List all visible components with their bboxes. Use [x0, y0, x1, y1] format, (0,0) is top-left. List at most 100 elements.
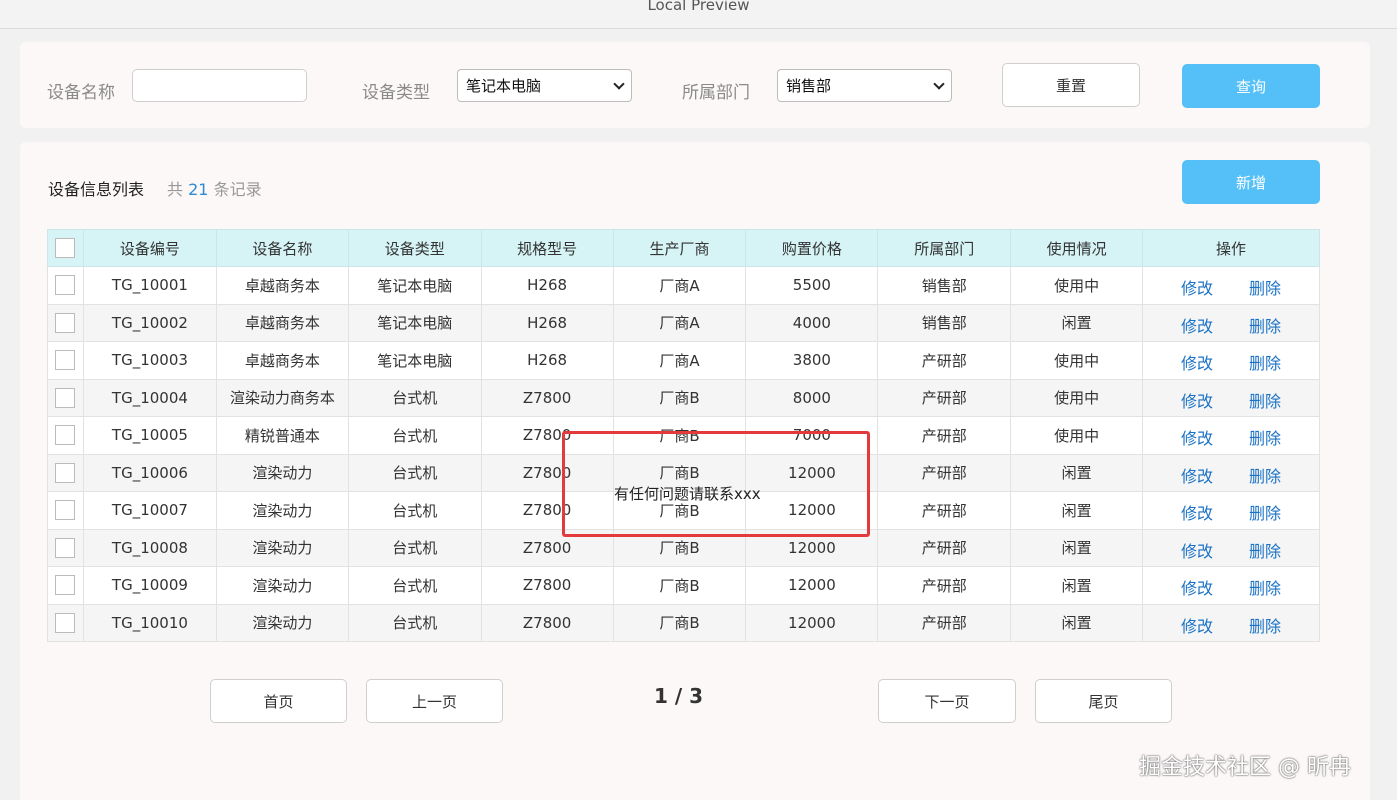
- row-checkbox[interactable]: [55, 612, 76, 633]
- col-header: 使用情况: [1010, 229, 1144, 267]
- table-row: TG_10009 渲染动力 台式机 Z7800 厂商B 12000 产研部 闲置 修改 删除: [47, 566, 1320, 605]
- edit-link[interactable]: 修改: [1181, 425, 1213, 449]
- delete-link[interactable]: 删除: [1249, 388, 1281, 412]
- device-type-selected: 笔记本电脑: [466, 77, 542, 95]
- delete-link[interactable]: 删除: [1249, 613, 1281, 637]
- cell-id: TG_10006: [82, 453, 217, 492]
- cell-model: H268: [480, 303, 614, 342]
- delete-link[interactable]: 删除: [1249, 463, 1281, 487]
- cell-name: 卓越商务本: [215, 341, 349, 380]
- next-page-button[interactable]: 下一页: [878, 679, 1016, 723]
- edit-link[interactable]: 修改: [1181, 388, 1213, 412]
- edit-link[interactable]: 修改: [1181, 463, 1213, 487]
- list-title: 设备信息列表: [48, 180, 145, 199]
- delete-link[interactable]: 删除: [1249, 575, 1281, 599]
- cell-price: 5500: [745, 266, 879, 305]
- cell-maker: 厂商B: [612, 603, 747, 642]
- chevron-down-icon: [933, 77, 945, 90]
- cell-id: TG_10001: [82, 266, 217, 305]
- row-checkbox[interactable]: [55, 312, 76, 333]
- department-select[interactable]: 销售部: [777, 69, 952, 102]
- watermark: 掘金技术社区 @ 昕冉: [1139, 755, 1351, 780]
- row-checkbox[interactable]: [55, 350, 76, 371]
- cell-type: 台式机: [347, 566, 482, 605]
- query-button[interactable]: 查询: [1182, 64, 1320, 108]
- window-titlebar: Local Preview: [0, 0, 1397, 29]
- row-checkbox[interactable]: [55, 575, 76, 596]
- delete-link[interactable]: 删除: [1249, 500, 1281, 524]
- row-checkbox[interactable]: [55, 387, 76, 408]
- cell-model: H268: [480, 266, 614, 305]
- record-count: 共 21 条记录: [167, 180, 262, 199]
- cell-name: 渲染动力: [215, 491, 349, 530]
- cell-dept: 产研部: [877, 603, 1012, 642]
- edit-link[interactable]: 修改: [1181, 500, 1213, 524]
- cell-status: 使用中: [1010, 378, 1144, 417]
- cell-id: TG_10010: [82, 603, 217, 642]
- edit-link[interactable]: 修改: [1181, 538, 1213, 562]
- row-actions: 修改 删除: [1142, 491, 1320, 530]
- cell-name: 渲染动力: [215, 566, 349, 605]
- cell-type: 笔记本电脑: [347, 266, 482, 305]
- cell-maker: 厂商B: [612, 378, 747, 417]
- search-panel: 设备名称 设备类型 笔记本电脑 所属部门 销售部 重置 查询: [20, 42, 1370, 128]
- edit-link[interactable]: 修改: [1181, 575, 1213, 599]
- cell-status: 闲置: [1010, 491, 1144, 530]
- row-actions: 修改 删除: [1142, 378, 1320, 417]
- cell-status: 闲置: [1010, 528, 1144, 567]
- row-checkbox[interactable]: [55, 275, 76, 296]
- cell-type: 台式机: [347, 491, 482, 530]
- cell-model: Z7800: [480, 378, 614, 417]
- row-checkbox[interactable]: [55, 462, 76, 483]
- delete-link[interactable]: 删除: [1249, 313, 1281, 337]
- cell-price: 12000: [745, 603, 879, 642]
- row-select-cell: [47, 341, 84, 380]
- window-title: Local Preview: [647, 0, 750, 14]
- edit-link[interactable]: 修改: [1181, 313, 1213, 337]
- delete-link[interactable]: 删除: [1249, 425, 1281, 449]
- row-checkbox[interactable]: [55, 537, 76, 558]
- select-all-cell: [47, 229, 84, 267]
- cell-status: 使用中: [1010, 416, 1144, 455]
- row-select-cell: [47, 491, 84, 530]
- row-actions: 修改 删除: [1142, 453, 1320, 492]
- cell-maker: 厂商A: [612, 303, 747, 342]
- cell-price: 12000: [745, 566, 879, 605]
- row-select-cell: [47, 266, 84, 305]
- reset-button[interactable]: 重置: [1002, 63, 1140, 107]
- device-name-input[interactable]: [132, 69, 307, 102]
- cell-dept: 产研部: [877, 341, 1012, 380]
- cell-price: 3800: [745, 341, 879, 380]
- device-name-label: 设备名称: [47, 83, 115, 103]
- select-all-checkbox[interactable]: [55, 238, 76, 258]
- add-button[interactable]: 新增: [1182, 160, 1320, 204]
- cell-name: 渲染动力商务本: [215, 378, 349, 417]
- last-page-button[interactable]: 尾页: [1035, 679, 1172, 723]
- cell-status: 闲置: [1010, 303, 1144, 342]
- delete-link[interactable]: 删除: [1249, 275, 1281, 299]
- row-select-cell: [47, 566, 84, 605]
- cell-dept: 销售部: [877, 303, 1012, 342]
- cell-name: 渲染动力: [215, 603, 349, 642]
- row-actions: 修改 删除: [1142, 266, 1320, 305]
- row-checkbox[interactable]: [55, 500, 76, 521]
- edit-link[interactable]: 修改: [1181, 613, 1213, 637]
- row-select-cell: [47, 528, 84, 567]
- row-checkbox[interactable]: [55, 425, 76, 446]
- cell-dept: 产研部: [877, 566, 1012, 605]
- device-type-select[interactable]: 笔记本电脑: [457, 69, 632, 102]
- row-select-cell: [47, 378, 84, 417]
- prev-page-button[interactable]: 上一页: [366, 679, 503, 723]
- col-header: 生产厂商: [612, 229, 747, 267]
- edit-link[interactable]: 修改: [1181, 275, 1213, 299]
- cell-name: 卓越商务本: [215, 303, 349, 342]
- cell-maker: 厂商B: [612, 566, 747, 605]
- first-page-button[interactable]: 首页: [210, 679, 347, 723]
- cell-type: 笔记本电脑: [347, 341, 482, 380]
- delete-link[interactable]: 删除: [1249, 350, 1281, 374]
- cell-id: TG_10003: [82, 341, 217, 380]
- notice-text: 有任何问题请联系xxx: [614, 485, 761, 503]
- edit-link[interactable]: 修改: [1181, 350, 1213, 374]
- delete-link[interactable]: 删除: [1249, 538, 1281, 562]
- cell-dept: 产研部: [877, 453, 1012, 492]
